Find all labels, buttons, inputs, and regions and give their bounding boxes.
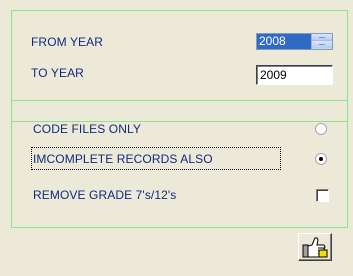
incomplete-records-label: IMCOMPLETE RECORDS ALSO — [33, 152, 213, 166]
remove-grade-label: REMOVE GRADE 7's/12's — [33, 188, 177, 202]
spin-up-icon[interactable] — [312, 34, 332, 41]
from-year-label: FROM YEAR — [31, 35, 104, 49]
to-year-field[interactable]: 2009 — [256, 65, 333, 85]
radio-selected-dot — [319, 157, 323, 161]
spin-down-icon[interactable] — [312, 41, 332, 48]
from-year-spin-buttons[interactable] — [311, 34, 332, 49]
from-year-value[interactable]: 2008 — [257, 34, 311, 49]
ok-button[interactable] — [298, 233, 332, 261]
from-year-spinner[interactable]: 2008 — [256, 33, 333, 50]
incomplete-records-radio[interactable] — [315, 153, 327, 165]
thumbs-up-icon — [302, 237, 328, 258]
code-files-only-radio[interactable] — [315, 123, 327, 135]
to-year-label: TO YEAR — [31, 66, 84, 80]
code-files-only-label: CODE FILES ONLY — [33, 122, 141, 136]
remove-grade-checkbox[interactable] — [316, 189, 329, 202]
